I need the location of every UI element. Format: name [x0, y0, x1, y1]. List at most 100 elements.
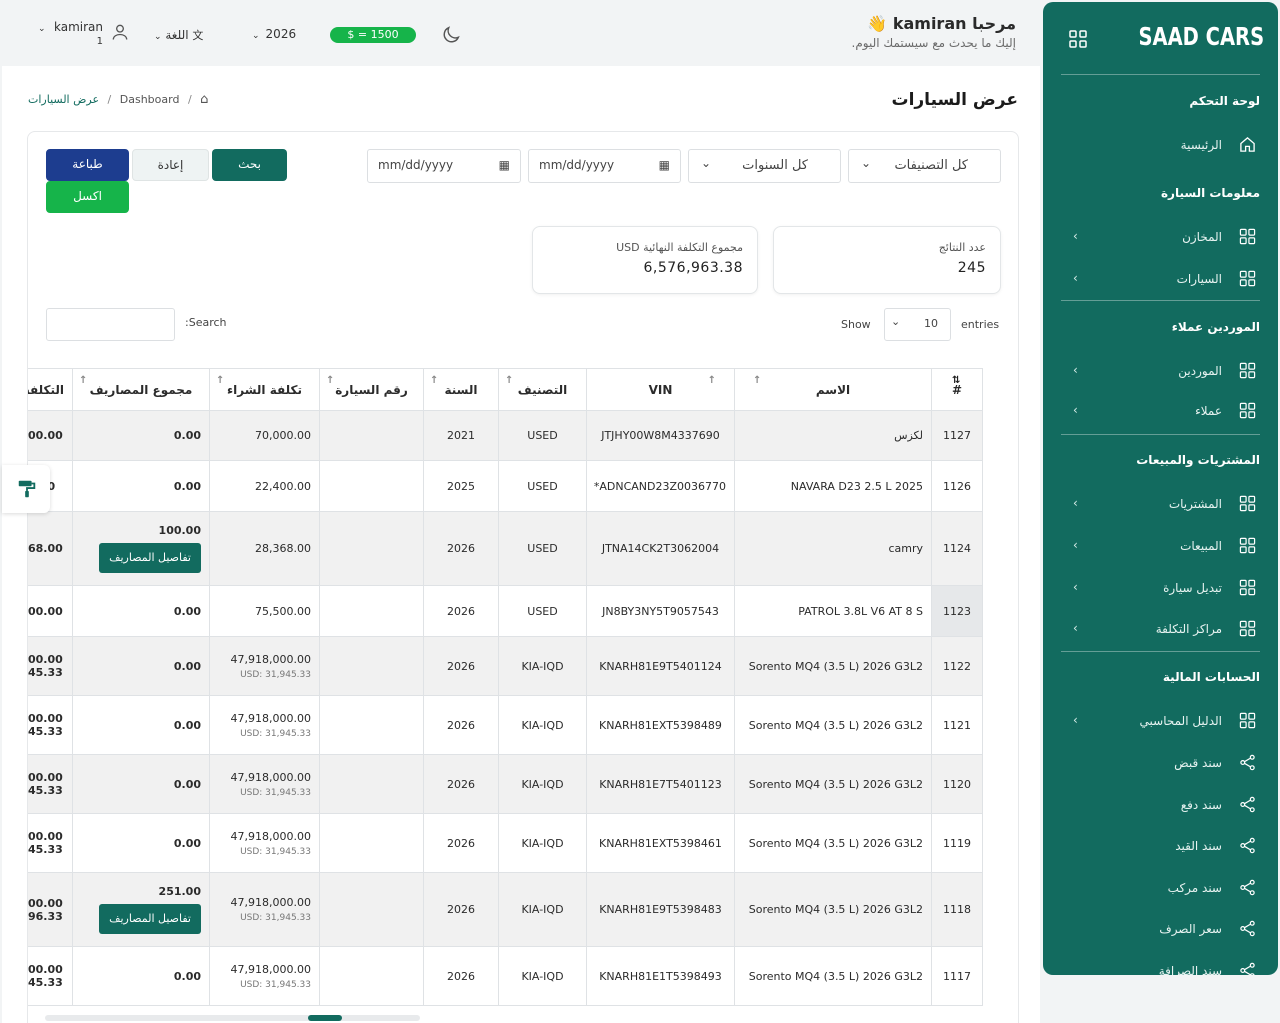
expenses-details-button[interactable]: تفاصيل المصاريف: [99, 543, 201, 573]
cell-year: 2025: [423, 460, 499, 512]
sidebar-item[interactable]: المخازن ‹: [1061, 226, 1260, 250]
sidebar-separator: [1061, 434, 1260, 435]
horizontal-scrollbar[interactable]: [45, 1015, 420, 1021]
years-select[interactable]: كل السنوات ⌄: [688, 149, 841, 183]
sidebar-section-title: المشتريات والمبيعات: [1136, 453, 1260, 467]
date-from-placeholder: mm/dd/yyyy: [378, 158, 454, 172]
cell-total-cost: 00.00 96.33: [28, 872, 73, 947]
language-select[interactable]: 文 اللغة ⌄: [154, 27, 203, 43]
cell-index: 1122: [931, 636, 983, 696]
cell-expenses: 0.00: [72, 460, 210, 512]
sidebar-item[interactable]: تبديل سيارة ‹: [1061, 577, 1260, 601]
col-header-plate[interactable]: ↑ رقم السيارة: [319, 368, 424, 411]
sidebar-item[interactable]: عملاء ‹: [1061, 400, 1260, 424]
sidebar-item-label: مراكز التكلفة: [1155, 622, 1222, 636]
col-header-year[interactable]: ↑ السنة: [423, 368, 499, 411]
table-row[interactable]: 1120 Sorento MQ4 (3.5 L) 2026 G3L2 KNARH81…: [28, 754, 983, 814]
cell-index: 1118: [931, 872, 983, 947]
sidebar-item[interactable]: الموردين ‹: [1061, 360, 1260, 384]
purchase-cost-usd: USD: 31,945.33: [240, 728, 311, 739]
results-count-value: 245: [957, 260, 986, 276]
expenses-details-button[interactable]: تفاصيل المصاريف: [99, 904, 201, 934]
sidebar-item-label: سند دفع: [1180, 798, 1222, 812]
wave-emoji: 👋: [867, 14, 888, 33]
cell-total-cost: 00.00 45.33: [28, 946, 73, 1006]
cell-plate: [319, 754, 424, 814]
calendar-icon[interactable]: ▦: [499, 158, 510, 172]
col-header-purchase-cost[interactable]: ↑ تكلفة الشراء: [209, 368, 320, 411]
sidebar-item[interactable]: سعر الصرف: [1061, 918, 1260, 942]
search-input[interactable]: [46, 308, 175, 341]
chevron-left-icon: ‹: [1073, 271, 1078, 285]
sidebar-item[interactable]: المبيعات ‹: [1061, 535, 1260, 559]
home-icon[interactable]: ⌂: [200, 92, 208, 107]
sidebar-item[interactable]: سند الصرافة: [1061, 960, 1260, 975]
table-row[interactable]: 1123 PATROL 3.8L V6 AT 8 S JN8BY3NY5T90575…: [28, 585, 983, 637]
sidebar-section-title: الحسابات المالية: [1162, 670, 1260, 684]
col-header-expenses[interactable]: ↑ مجموع المصاريف: [72, 368, 210, 411]
breadcrumb-dashboard[interactable]: Dashboard: [120, 93, 180, 106]
category-select[interactable]: كل التصنيفات ⌄: [848, 149, 1001, 183]
table-row[interactable]: 1124 camry JTNA14CK2T3062004 USED 2026 28,368…: [28, 511, 983, 586]
chevron-left-icon: ‹: [1073, 538, 1078, 552]
user-menu[interactable]: ⌄ kamiran 1: [38, 20, 103, 47]
sort-icon: ⇅: [952, 375, 961, 386]
sidebar-item[interactable]: سند القيد: [1061, 835, 1260, 859]
col-header-index[interactable]: ⇅ #: [931, 368, 983, 411]
grid-icon: [1239, 579, 1256, 596]
translate-icon: 文: [192, 29, 204, 42]
table-row[interactable]: 1126 NAVARA D23 2.5 L 2025 ADNCAND23Z00367…: [28, 460, 983, 512]
year-select[interactable]: ⌄ 2026: [252, 27, 296, 41]
col-header-category[interactable]: ↑ التصنيف: [498, 368, 587, 411]
cell-vin: JN8BY3NY5T9057543: [586, 585, 735, 637]
table-row[interactable]: 1119 Sorento MQ4 (3.5 L) 2026 G3L2 KNARH81…: [28, 813, 983, 873]
chevron-down-icon: ⌄: [861, 156, 872, 170]
sidebar-item[interactable]: السيارات ‹: [1061, 268, 1260, 292]
sidebar-item[interactable]: الرئيسية: [1061, 134, 1260, 158]
sidebar-item[interactable]: سند دفع: [1061, 794, 1260, 818]
cell-total-cost: 00.00: [28, 585, 73, 637]
col-header-vin[interactable]: ↑ VIN: [586, 368, 735, 411]
reset-button[interactable]: إعادة: [132, 149, 209, 181]
col-header-name[interactable]: ↑ الاسم: [734, 368, 932, 411]
scrollbar-thumb[interactable]: [308, 1015, 342, 1021]
cell-name: لكزس: [734, 410, 932, 461]
sidebar-item[interactable]: مراكز التكلفة ‹: [1061, 618, 1260, 642]
table-row[interactable]: 1118 Sorento MQ4 (3.5 L) 2026 G3L2 KNARH81…: [28, 872, 983, 947]
cell-plate: [319, 695, 424, 755]
cell-purchase-cost: 47,918,000.00 USD: 31,945.33: [209, 695, 320, 755]
sidebar-item[interactable]: الدليل المحاسبي ‹: [1061, 710, 1260, 734]
sidebar-item-label: المشتريات: [1168, 497, 1222, 511]
table-row[interactable]: 1127 لكزس JTJHY00W8M4337690 USED 2021 70,000.…: [28, 410, 983, 461]
excel-button[interactable]: اكسل: [46, 181, 129, 213]
cell-year: 2026: [423, 872, 499, 947]
table-row[interactable]: 1117 Sorento MQ4 (3.5 L) 2026 G3L2 KNARH81…: [28, 946, 983, 1006]
welcome-subtitle: إليك ما يحدث مع سيستمك اليوم.: [851, 36, 1016, 50]
cell-purchase-cost: 70,000.00: [209, 410, 320, 461]
table-row[interactable]: 1121 Sorento MQ4 (3.5 L) 2026 G3L2 KNARH81…: [28, 695, 983, 755]
col-header-total-cost[interactable]: التكلفة: [28, 368, 73, 411]
cell-vin: KNARH81E7T5401123: [586, 754, 735, 814]
menu-grid-icon[interactable]: [1069, 30, 1087, 48]
calendar-icon[interactable]: ▦: [659, 158, 670, 172]
sort-icon: ↑: [753, 375, 762, 386]
table-row[interactable]: 1122 Sorento MQ4 (3.5 L) 2026 G3L2 KNARH81…: [28, 636, 983, 696]
purchase-cost: 47,918,000.00: [230, 962, 311, 976]
welcome-block: مرحبا kamiran 👋 إليك ما يحدث مع سيستمك ا…: [852, 14, 1016, 50]
sidebar-item[interactable]: المشتريات ‹: [1061, 493, 1260, 517]
sidebar-item-label: عملاء: [1195, 404, 1222, 418]
sidebar-item[interactable]: سند مركب: [1061, 877, 1260, 901]
user-icon[interactable]: [110, 22, 130, 42]
sidebar-item[interactable]: سند قبض: [1061, 752, 1260, 776]
cell-total-cost: 00.00 45.33: [28, 695, 73, 755]
entries-select[interactable]: ⌄ 10: [884, 308, 951, 341]
date-from-input[interactable]: mm/dd/yyyy ▦: [367, 149, 521, 183]
moon-icon[interactable]: [440, 24, 462, 46]
date-to-input[interactable]: mm/dd/yyyy ▦: [528, 149, 681, 183]
expenses-total: 0.00: [173, 969, 201, 983]
search-button[interactable]: بحث: [212, 149, 287, 181]
print-button[interactable]: طباعة: [46, 149, 129, 181]
cell-expenses: 0.00: [72, 946, 210, 1006]
share-icon: [1240, 754, 1255, 771]
theme-customizer-button[interactable]: [2, 465, 50, 513]
